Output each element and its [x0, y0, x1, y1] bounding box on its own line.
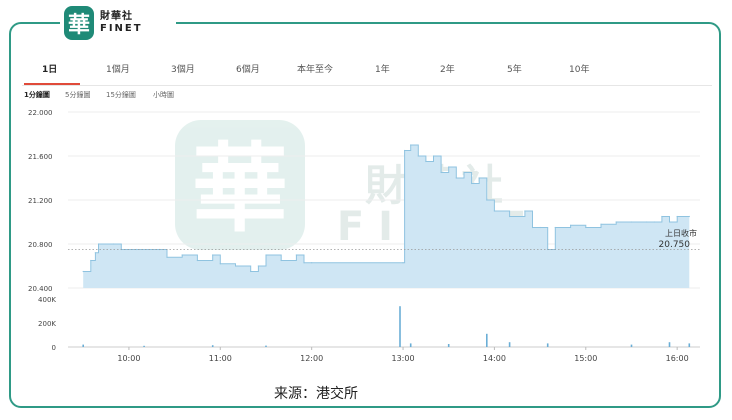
price-point [425, 160, 427, 163]
price-point [404, 149, 406, 152]
time-tick-label: 12:00 [300, 354, 323, 363]
time-tick-label: 15:00 [574, 354, 597, 363]
volume-bar [508, 342, 511, 347]
watermark-mark: 華 [192, 132, 288, 245]
price-tick-label: 20.400 [28, 285, 53, 293]
time-axis-ticks: 10:00 11:00 12:00 13:00 14:00 15:00 16:00 [117, 347, 689, 363]
price-point [630, 221, 633, 223]
price-point [531, 226, 534, 229]
volume-tick-label: 0 [52, 344, 56, 352]
volume-bar [265, 345, 267, 347]
price-point [432, 155, 435, 157]
price-point [280, 259, 282, 262]
volume-bar [399, 306, 401, 347]
price-point [554, 226, 556, 229]
price-point [455, 177, 457, 179]
price-point [82, 270, 84, 273]
price-point [295, 254, 297, 256]
volume-bar [447, 344, 450, 347]
price-point [219, 263, 221, 265]
price-point [509, 215, 511, 218]
time-tick-label: 10:00 [117, 354, 140, 363]
volume-bar [82, 344, 84, 347]
price-point [585, 226, 587, 229]
price-point [410, 144, 412, 146]
price-point [493, 210, 495, 212]
price-point [303, 262, 305, 264]
volume-axis-ticks: 0 200K 400K [38, 296, 700, 352]
price-point [600, 223, 602, 225]
price-tick-label: 21.600 [28, 153, 53, 161]
time-tick-label: 14:00 [483, 354, 506, 363]
price-point [653, 221, 655, 223]
price-point [196, 259, 198, 262]
price-point [311, 262, 313, 264]
price-point [646, 221, 648, 223]
price-point [478, 177, 480, 179]
price-tick-label: 21.200 [28, 197, 53, 205]
price-point [440, 171, 442, 174]
time-tick-label: 16:00 [666, 354, 689, 363]
price-tick-label: 22.000 [28, 109, 53, 117]
volume-tick-label: 400K [38, 296, 56, 304]
price-point [668, 221, 671, 223]
price-point [463, 171, 465, 174]
price-point [661, 215, 663, 218]
price-point [402, 262, 404, 264]
price-point [250, 270, 252, 273]
price-point [234, 265, 237, 267]
price-point [135, 248, 138, 251]
price-point [539, 226, 541, 229]
price-point [486, 199, 488, 201]
volume-bar [486, 333, 488, 347]
time-tick-label: 11:00 [209, 354, 232, 363]
price-axis-ticks: 20.400 20.800 21.200 21.600 22.000 [28, 109, 53, 293]
volume-bars [82, 306, 691, 347]
prev-close-value: 20.750 [659, 240, 691, 250]
price-point [181, 254, 183, 256]
source-caption: 来源：港交所 [274, 386, 358, 402]
prev-close-label: 上日收市 [665, 228, 697, 238]
price-point [448, 166, 450, 168]
time-tick-label: 13:00 [392, 354, 415, 363]
price-point [524, 210, 526, 212]
price-point [257, 265, 259, 267]
price-point [417, 155, 419, 157]
price-tick-label: 20.800 [28, 241, 53, 249]
price-point [615, 221, 617, 223]
volume-bar [688, 343, 691, 347]
volume-bar [409, 343, 412, 347]
volume-bar [546, 343, 549, 347]
price-point [90, 259, 92, 262]
price-point [212, 254, 214, 256]
price-point [97, 243, 100, 245]
price-point [676, 215, 678, 218]
price-volume-chart: 華 財華社 FINET 20.40020.80021.20021.60022.0… [28, 109, 700, 363]
price-point [94, 252, 96, 254]
price-point [265, 254, 267, 256]
price-point [113, 243, 115, 245]
volume-tick-label: 200K [38, 320, 56, 328]
volume-bar [143, 345, 145, 347]
volume-bar [668, 342, 671, 347]
volume-bar [211, 345, 214, 347]
price-point [166, 256, 168, 258]
price-point [688, 215, 690, 218]
price-point [570, 224, 572, 226]
price-point [471, 182, 473, 185]
volume-bar [630, 344, 633, 347]
